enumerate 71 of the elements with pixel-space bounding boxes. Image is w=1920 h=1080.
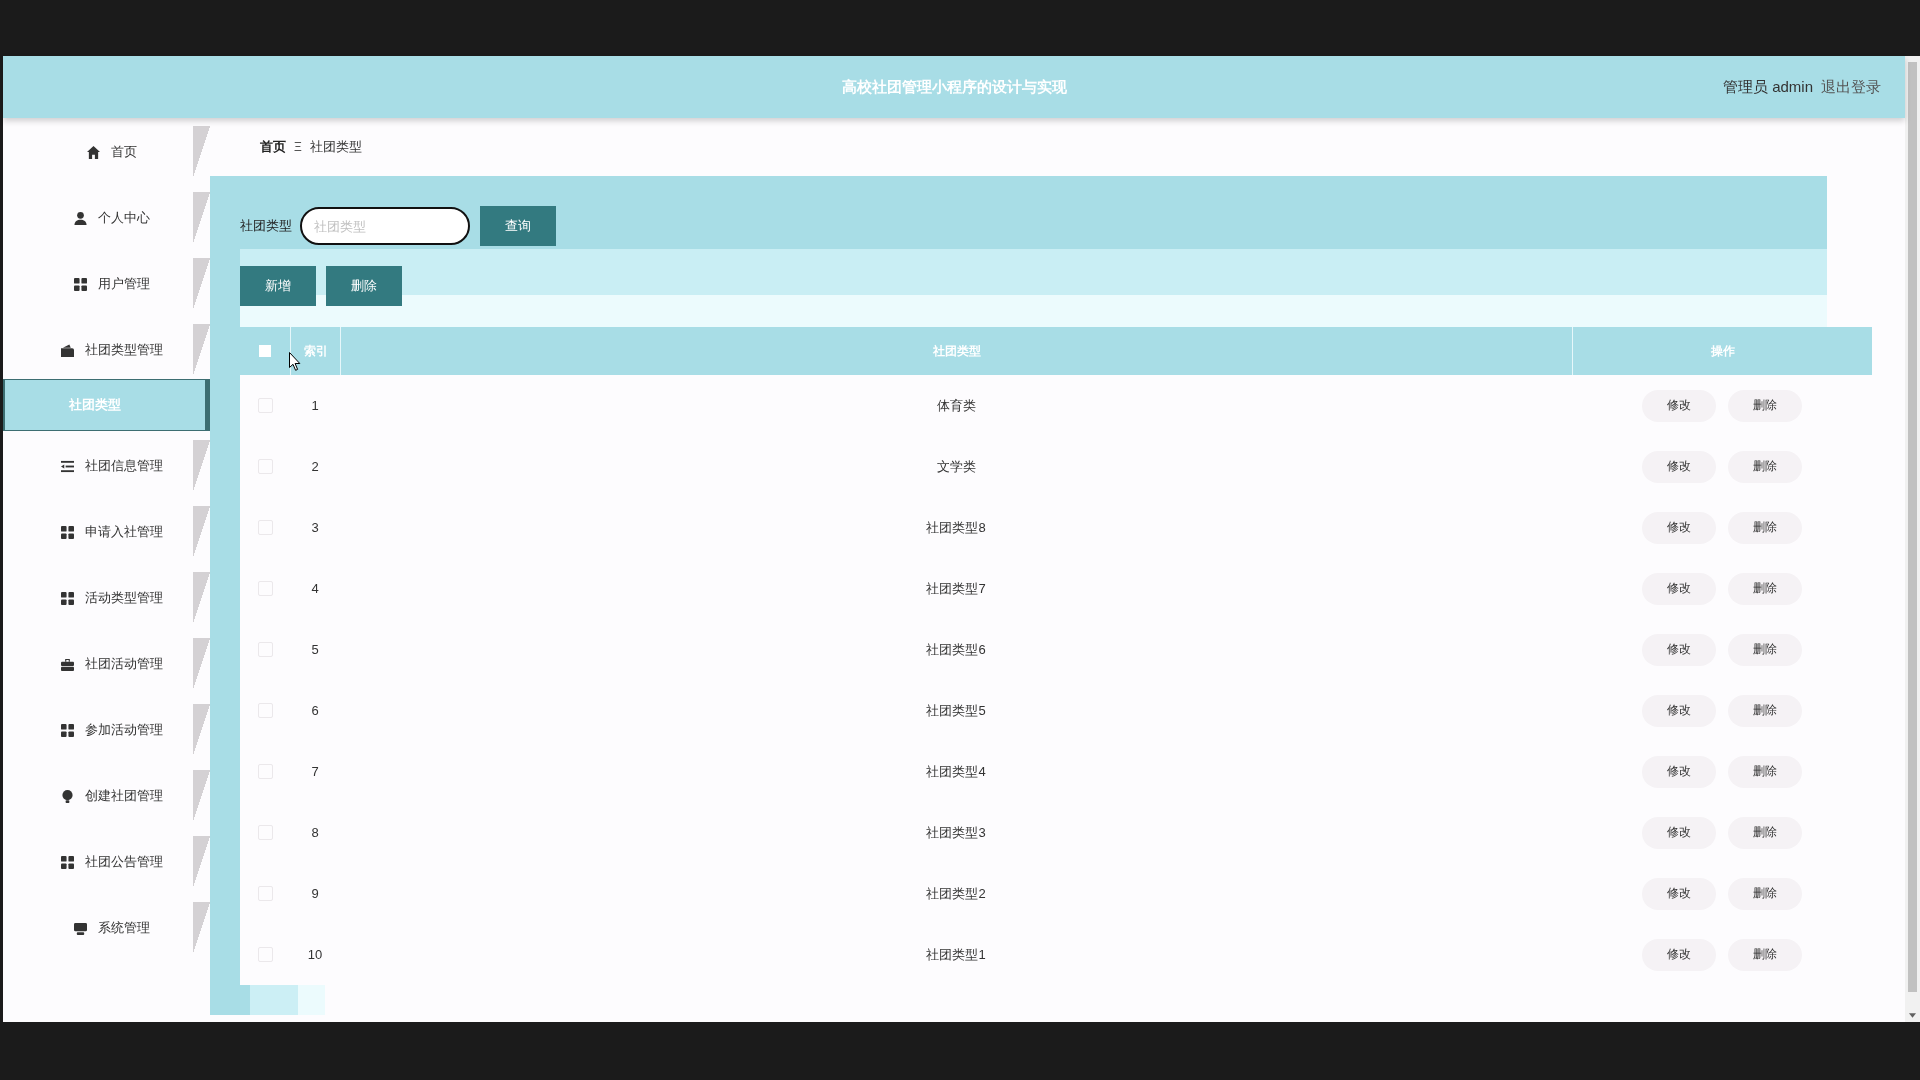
edit-button[interactable]: 修改 — [1642, 633, 1716, 666]
edit-button[interactable]: 修改 — [1642, 755, 1716, 788]
edit-button[interactable]: 修改 — [1642, 450, 1716, 483]
table-cell: 8 — [311, 825, 319, 840]
user-icon — [73, 211, 87, 225]
table-cell: 7 — [311, 764, 319, 779]
edit-button[interactable]: 修改 — [1642, 816, 1716, 849]
grid-icon — [60, 723, 74, 737]
column-header: 索引 — [303, 342, 328, 360]
table-cell: 1 — [311, 398, 319, 413]
search-button[interactable]: 查询 — [480, 206, 556, 246]
table-cell: 社团类型1 — [926, 945, 986, 964]
scroll-down-arrow-icon[interactable] — [1909, 1013, 1916, 1018]
table-cell: 社团类型2 — [926, 884, 986, 903]
search-label: 社团类型 — [240, 217, 292, 235]
lightbulb-icon — [60, 789, 74, 803]
table-cell: 社团类型8 — [926, 518, 986, 537]
monitor-icon — [73, 921, 87, 935]
table-cell: 社团类型6 — [926, 640, 986, 659]
add-button[interactable]: 新增 — [240, 266, 316, 306]
logout-link[interactable]: 退出登录 — [1821, 77, 1881, 97]
delete-button[interactable]: 删除 — [1728, 511, 1802, 544]
user-name: 管理员 admin — [1722, 77, 1813, 97]
column-header: 操作 — [1710, 342, 1735, 360]
table-cell: 3 — [311, 520, 319, 535]
delete-button[interactable]: 删除 — [1728, 755, 1802, 788]
delete-button[interactable]: 删除 — [1728, 877, 1802, 910]
breadcrumb-separator: Ξ — [294, 140, 302, 154]
table-cell: 社团类型3 — [926, 823, 986, 842]
table-cell: 5 — [311, 642, 319, 657]
edit-button[interactable]: 修改 — [1642, 511, 1716, 544]
table-cell: 文学类 — [936, 457, 976, 476]
grid-icon — [73, 277, 87, 291]
table-cell: 2 — [311, 459, 319, 474]
select-all-checkbox[interactable] — [259, 345, 271, 357]
table-cell: 社团类型4 — [926, 762, 986, 781]
delete-button[interactable]: 删除 — [1728, 450, 1802, 483]
grid-icon — [60, 591, 74, 605]
table-cell: 体育类 — [936, 396, 976, 415]
breadcrumb-current: 社团类型 — [309, 138, 362, 156]
edit-button[interactable]: 修改 — [1642, 694, 1716, 727]
table-cell: 社团类型7 — [926, 579, 986, 598]
edit-button[interactable]: 修改 — [1642, 877, 1716, 910]
table-cell: 10 — [307, 947, 323, 962]
wallet-icon — [60, 343, 74, 357]
delete-button[interactable]: 删除 — [1728, 694, 1802, 727]
search-field[interactable]: 社团类型 — [300, 207, 470, 245]
column-header: 社团类型 — [932, 342, 981, 360]
scrollbar[interactable] — [1905, 56, 1920, 1022]
edit-button[interactable]: 修改 — [1642, 572, 1716, 605]
breadcrumb-link[interactable]: 首页 — [260, 138, 286, 156]
table-cell: 4 — [311, 581, 319, 596]
grid-icon — [60, 525, 74, 539]
scrollbar-thumb[interactable] — [1908, 62, 1917, 992]
home-icon — [86, 145, 100, 159]
delete-button[interactable]: 删除 — [1728, 572, 1802, 605]
table-cell: 社团类型5 — [926, 701, 986, 720]
delete-button[interactable]: 删除 — [1728, 938, 1802, 971]
edit-button[interactable]: 修改 — [1642, 938, 1716, 971]
table-cell: 9 — [311, 886, 319, 901]
grid-icon — [60, 855, 74, 869]
edit-button[interactable]: 修改 — [1642, 389, 1716, 422]
briefcase-icon — [60, 657, 74, 671]
delete-button[interactable]: 删除 — [1728, 816, 1802, 849]
delete-button[interactable]: 删除 — [1728, 389, 1802, 422]
delete-button[interactable]: 删除 — [326, 266, 402, 306]
list-icon — [60, 459, 74, 473]
table-cell: 6 — [311, 703, 319, 718]
mouse-pointer-icon — [289, 352, 301, 371]
delete-button[interactable]: 删除 — [1728, 633, 1802, 666]
app-title: 高校社团管理小程序的设计与实现 — [841, 77, 1067, 97]
